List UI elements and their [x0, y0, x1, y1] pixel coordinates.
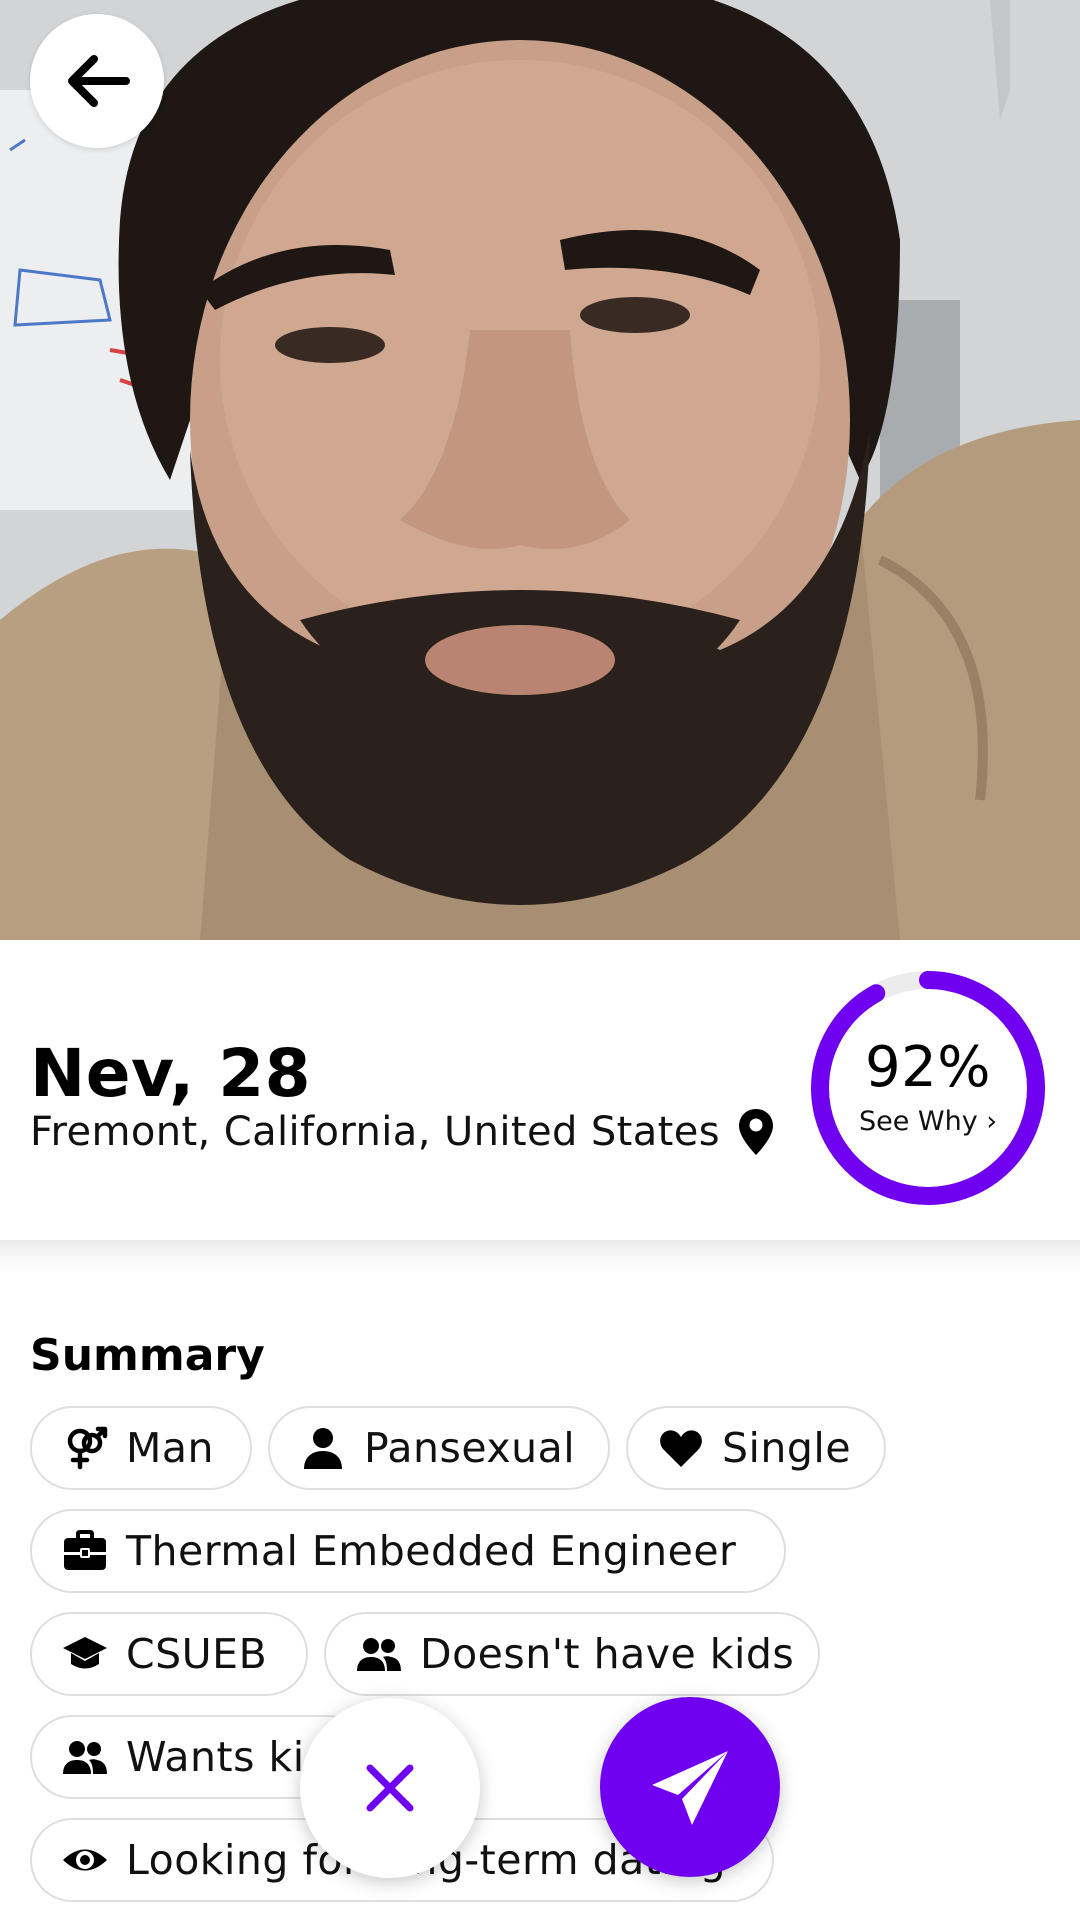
chip-label: Thermal Embedded Engineer	[126, 1527, 737, 1575]
eye-icon	[62, 1837, 108, 1883]
chip-has-kids: Doesn't have kids	[324, 1612, 820, 1696]
people-icon	[356, 1631, 402, 1677]
send-message-button[interactable]	[600, 1697, 780, 1877]
match-percent: 92%	[865, 1035, 991, 1100]
location-text: Fremont, California, United States	[30, 1109, 721, 1155]
summary-title: Summary	[30, 1330, 265, 1381]
people-icon	[62, 1734, 108, 1780]
person-icon	[300, 1425, 346, 1471]
chip-label: Pansexual	[364, 1424, 576, 1472]
chip-label: Single	[722, 1424, 852, 1472]
chip-label: CSUEB	[126, 1630, 268, 1678]
match-score[interactable]: 92% See Why ›	[808, 968, 1048, 1208]
gender-icon	[62, 1425, 108, 1471]
graduation-cap-icon	[62, 1631, 108, 1677]
chip-gender: Man	[30, 1406, 252, 1490]
arrow-left-icon	[68, 55, 130, 107]
section-divider	[0, 1240, 1080, 1274]
chip-label: Man	[126, 1424, 214, 1472]
profile-name-age: Nev, 28	[30, 1035, 312, 1112]
chip-education: CSUEB	[30, 1612, 308, 1696]
chip-occupation: Thermal Embedded Engineer	[30, 1509, 786, 1593]
chip-label: Doesn't have kids	[420, 1630, 795, 1678]
location-row: Fremont, California, United States	[30, 1108, 774, 1156]
profile-photo-image	[0, 0, 1080, 940]
briefcase-icon	[62, 1528, 108, 1574]
profile-photo[interactable]	[0, 0, 1080, 940]
location-pin-icon	[739, 1109, 774, 1155]
chip-relationship: Single	[626, 1406, 886, 1490]
pass-button[interactable]	[300, 1698, 480, 1878]
profile-header: Nev, 28 Fremont, California, United Stat…	[0, 940, 1080, 1240]
back-button[interactable]	[30, 14, 164, 148]
heart-icon	[658, 1425, 704, 1471]
paper-plane-icon	[652, 1751, 728, 1825]
chip-orientation: Pansexual	[268, 1406, 610, 1490]
see-why-link[interactable]: See Why ›	[808, 1106, 1048, 1137]
close-icon	[366, 1764, 414, 1812]
